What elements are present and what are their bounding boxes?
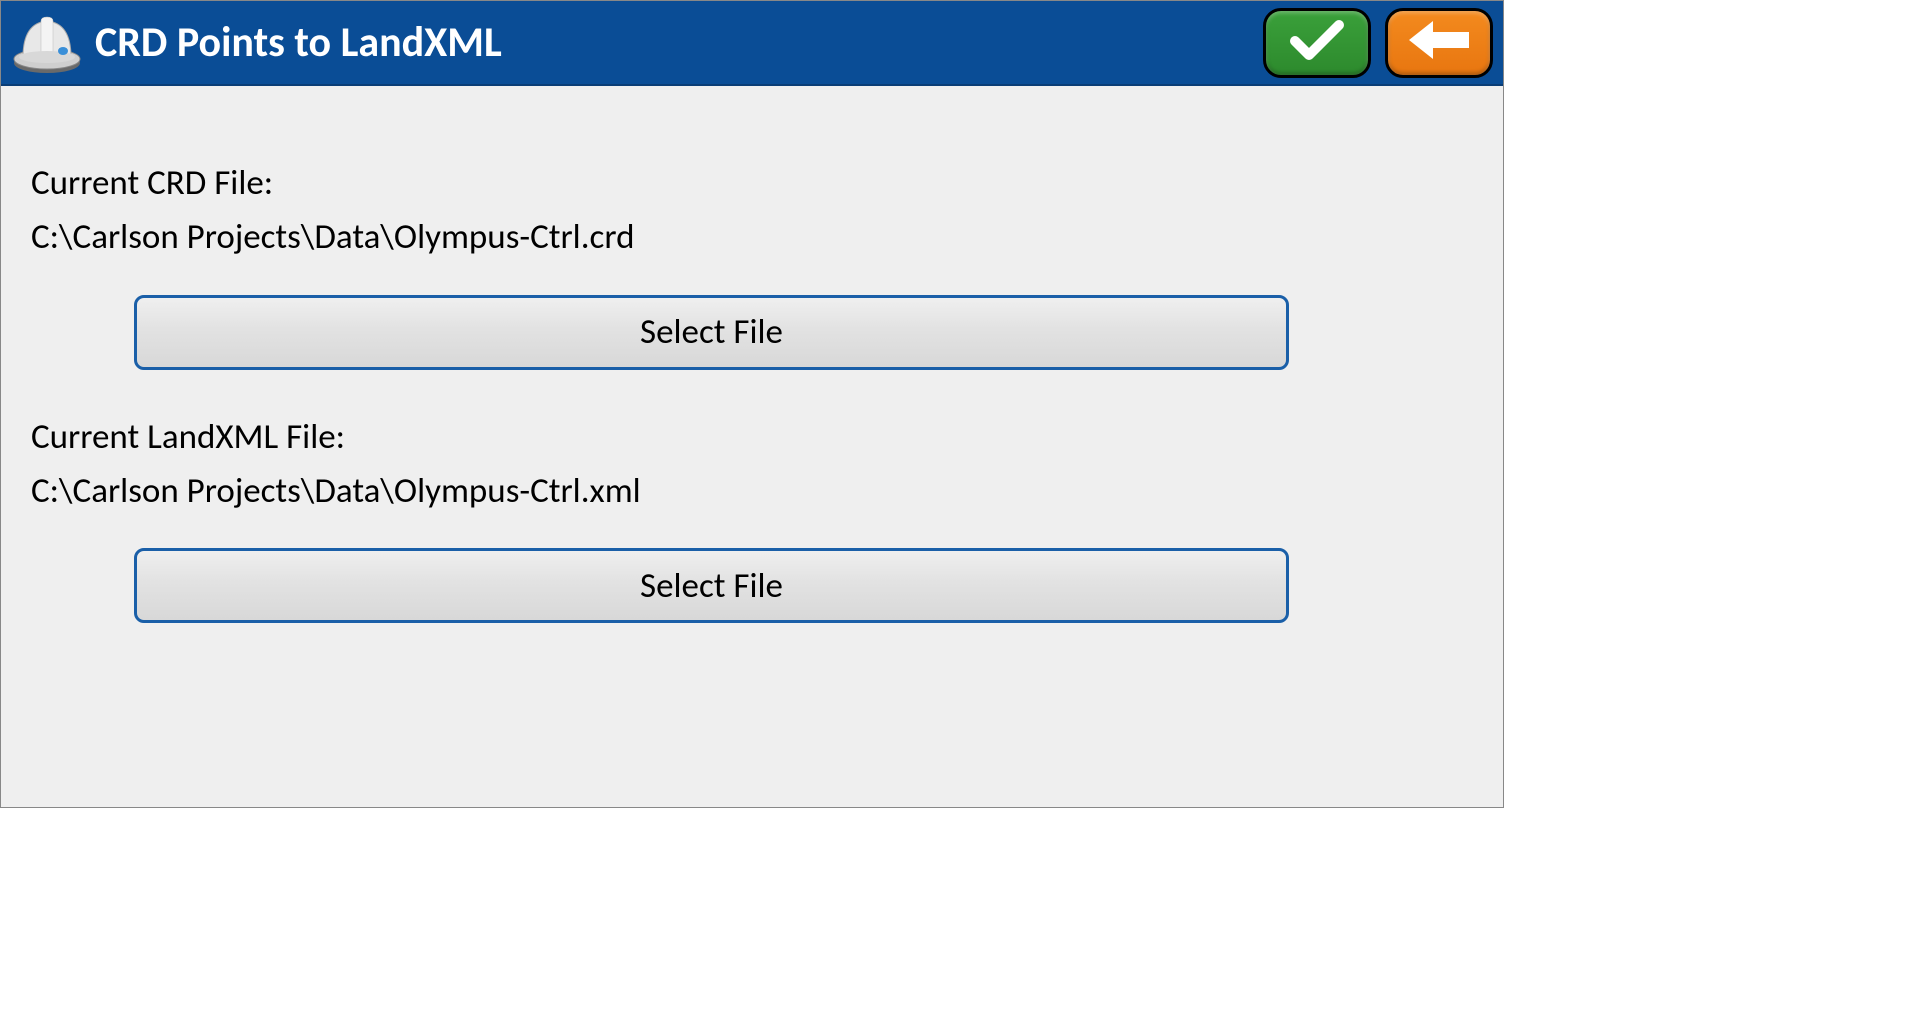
hardhat-icon [11, 9, 83, 77]
page-title: CRD Points to LandXML [95, 17, 1249, 68]
xml-section: Current LandXML File: C:\Carlson Project… [31, 410, 1473, 624]
xml-select-file-button[interactable]: Select File [134, 548, 1289, 623]
content-area: Current CRD File: C:\Carlson Projects\Da… [1, 86, 1503, 807]
check-icon [1289, 17, 1345, 68]
crd-select-file-button[interactable]: Select File [134, 295, 1289, 370]
arrow-left-icon [1403, 17, 1475, 68]
crd-path: C:\Carlson Projects\Data\Olympus-Ctrl.cr… [31, 210, 1473, 264]
xml-path: C:\Carlson Projects\Data\Olympus-Ctrl.xm… [31, 464, 1473, 518]
crd-section: Current CRD File: C:\Carlson Projects\Da… [31, 156, 1473, 370]
xml-label: Current LandXML File: [31, 410, 1473, 464]
back-button[interactable] [1385, 8, 1493, 78]
ok-button[interactable] [1263, 8, 1371, 78]
crd-label: Current CRD File: [31, 156, 1473, 210]
titlebar: CRD Points to LandXML [1, 1, 1503, 86]
